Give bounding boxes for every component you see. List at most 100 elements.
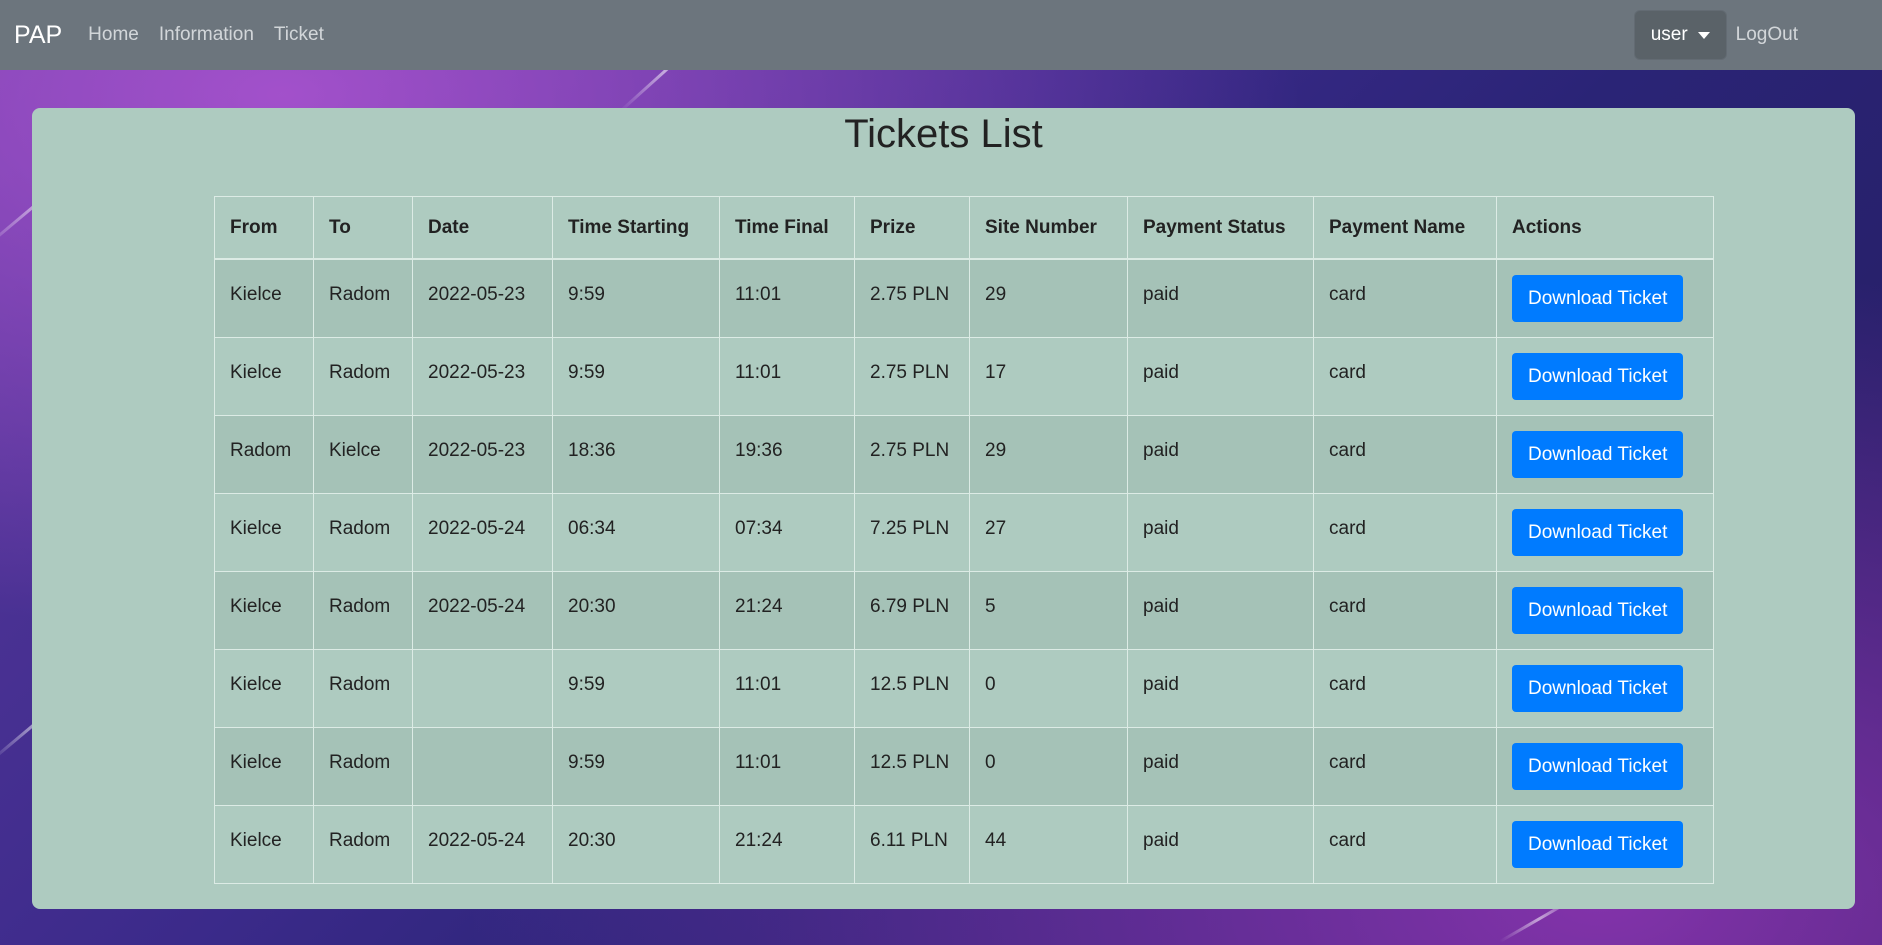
cell-payment-name: card <box>1313 804 1497 884</box>
cell-time-starting: 20:30 <box>552 570 720 650</box>
cell-date: 2022-05-24 <box>412 804 553 884</box>
cell-prize: 7.25 PLN <box>854 492 970 572</box>
column-header-payment-status: Payment Status <box>1127 196 1314 260</box>
header-row: From To Date Time Starting Time Final Pr… <box>214 196 1714 260</box>
cell-time-starting: 9:59 <box>552 258 720 338</box>
user-dropdown-label: user <box>1650 24 1688 45</box>
cell-from: Kielce <box>214 804 314 884</box>
cell-date: 2022-05-23 <box>412 414 553 494</box>
cell-payment-name: card <box>1313 414 1497 494</box>
cell-site-number: 17 <box>969 336 1128 416</box>
table-row: Radom Kielce 2022-05-23 18:36 19:36 2.75 PLN 2… <box>214 414 1714 494</box>
download-ticket-button[interactable]: Download Ticket <box>1512 820 1684 868</box>
nav-link-home[interactable]: Home <box>88 24 139 46</box>
column-header-from: From <box>214 196 314 260</box>
column-header-prize: Prize <box>854 196 970 260</box>
download-ticket-button[interactable]: Download Ticket <box>1512 275 1684 322</box>
cell-to: Radom <box>313 258 413 338</box>
cell-actions: Download Ticket <box>1496 414 1714 494</box>
cell-actions: Download Ticket <box>1496 804 1714 884</box>
cell-payment-status: paid <box>1127 648 1314 728</box>
cell-date <box>412 648 553 728</box>
cell-date: 2022-05-23 <box>412 258 553 338</box>
nav-link-information[interactable]: Information <box>159 24 254 46</box>
top-navbar: PAP Home Information Ticket user LogOut <box>0 0 1882 70</box>
cell-time-final: 21:24 <box>719 804 855 884</box>
nav-link-ticket[interactable]: Ticket <box>274 24 324 46</box>
table-header: From To Date Time Starting Time Final Pr… <box>214 196 1714 260</box>
table-row: Kielce Radom 9:59 11:01 12.5 PLN 0 paid card Dow… <box>214 726 1714 806</box>
column-header-time-starting: Time Starting <box>552 196 720 260</box>
download-ticket-button[interactable]: Download Ticket <box>1512 430 1684 478</box>
cell-time-final: 11:01 <box>719 726 855 806</box>
download-ticket-button[interactable]: Download Ticket <box>1512 508 1684 556</box>
column-header-payment-name: Payment Name <box>1313 196 1497 260</box>
cell-payment-status: paid <box>1127 336 1314 416</box>
cell-site-number: 0 <box>969 726 1128 806</box>
cell-site-number: 27 <box>969 492 1128 572</box>
cell-date: 2022-05-24 <box>412 570 553 650</box>
cell-site-number: 29 <box>969 414 1128 494</box>
column-header-to: To <box>313 196 413 260</box>
cell-date <box>412 726 553 806</box>
cell-from: Kielce <box>214 570 314 650</box>
user-dropdown-button[interactable]: user <box>1634 11 1726 59</box>
cell-actions: Download Ticket <box>1496 492 1714 572</box>
column-header-actions: Actions <box>1496 196 1714 260</box>
cell-payment-name: card <box>1313 648 1497 728</box>
cell-from: Kielce <box>214 336 314 416</box>
logout-link[interactable]: LogOut <box>1736 24 1798 46</box>
download-ticket-button[interactable]: Download Ticket <box>1512 352 1684 400</box>
cell-site-number: 44 <box>969 804 1128 884</box>
cell-prize: 2.75 PLN <box>854 414 970 494</box>
cell-time-final: 21:24 <box>719 570 855 650</box>
cell-from: Kielce <box>214 492 314 572</box>
cell-site-number: 5 <box>969 570 1128 650</box>
cell-to: Kielce <box>313 414 413 494</box>
download-ticket-button[interactable]: Download Ticket <box>1512 664 1684 712</box>
cell-payment-status: paid <box>1127 570 1314 650</box>
download-ticket-button[interactable]: Download Ticket <box>1512 742 1684 790</box>
cell-prize: 6.79 PLN <box>854 570 970 650</box>
cell-from: Kielce <box>214 648 314 728</box>
cell-payment-name: card <box>1313 258 1497 338</box>
cell-payment-status: paid <box>1127 492 1314 572</box>
cell-prize: 6.11 PLN <box>854 804 970 884</box>
column-header-date: Date <box>412 196 553 260</box>
cell-prize: 2.75 PLN <box>854 336 970 416</box>
cell-actions: Download Ticket <box>1496 648 1714 728</box>
cell-payment-name: card <box>1313 336 1497 416</box>
brand-logo[interactable]: PAP <box>14 21 62 50</box>
cell-to: Radom <box>313 726 413 806</box>
cell-prize: 12.5 PLN <box>854 726 970 806</box>
table-row: Kielce Radom 2022-05-24 20:30 21:24 6.79 PLN 5… <box>214 570 1714 650</box>
cell-from: Kielce <box>214 258 314 338</box>
caret-down-icon <box>1697 31 1710 39</box>
cell-payment-status: paid <box>1127 414 1314 494</box>
cell-to: Radom <box>313 648 413 728</box>
cell-time-final: 19:36 <box>719 414 855 494</box>
table-body: Kielce Radom 2022-05-23 9:59 11:01 2.75 PLN 29… <box>214 258 1714 884</box>
table-row: Kielce Radom 2022-05-23 9:59 11:01 2.75 PLN 17… <box>214 336 1714 416</box>
cell-payment-status: paid <box>1127 726 1314 806</box>
cell-payment-status: paid <box>1127 258 1314 338</box>
table-row: Kielce Radom 2022-05-24 06:34 07:34 7.25 PLN 2… <box>214 492 1714 572</box>
cell-to: Radom <box>313 804 413 884</box>
cell-to: Radom <box>313 492 413 572</box>
table-row: Kielce Radom 2022-05-24 20:30 21:24 6.11 PLN 4… <box>214 804 1714 884</box>
cell-prize: 2.75 PLN <box>854 258 970 338</box>
cell-time-starting: 20:30 <box>552 804 720 884</box>
cell-actions: Download Ticket <box>1496 258 1714 338</box>
cell-actions: Download Ticket <box>1496 570 1714 650</box>
cell-to: Radom <box>313 570 413 650</box>
download-ticket-button[interactable]: Download Ticket <box>1512 586 1684 634</box>
navbar-right: user LogOut <box>1634 0 1882 70</box>
column-header-time-final: Time Final <box>719 196 855 260</box>
table-row: Kielce Radom 9:59 11:01 12.5 PLN 0 paid card Dow… <box>214 648 1714 728</box>
tickets-table: From To Date Time Starting Time Final Pr… <box>214 196 1714 884</box>
table-row: Kielce Radom 2022-05-23 9:59 11:01 2.75 PLN 29… <box>214 258 1714 338</box>
cell-time-starting: 9:59 <box>552 336 720 416</box>
cell-site-number: 29 <box>969 258 1128 338</box>
column-header-site-number: Site Number <box>969 196 1128 260</box>
cell-payment-name: card <box>1313 726 1497 806</box>
